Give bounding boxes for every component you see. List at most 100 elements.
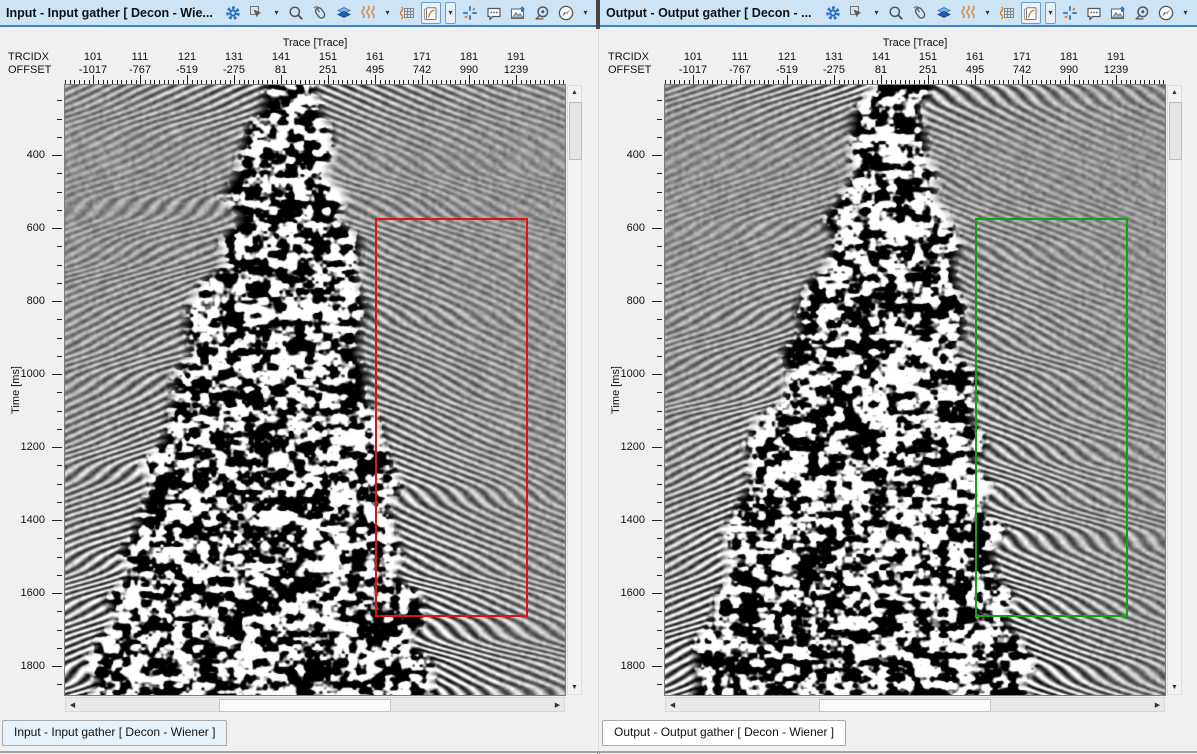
trace-minor-tick <box>811 80 812 84</box>
time-minor-tick <box>57 538 62 539</box>
vertical-scrollbar[interactable]: ▲ ▼ <box>567 85 582 695</box>
trace-minor-tick <box>1144 80 1145 84</box>
zoom-icon[interactable] <box>286 2 306 24</box>
measure-icon[interactable] <box>1132 2 1152 24</box>
scroll-right-button[interactable]: ▶ <box>551 698 564 711</box>
gather-tab[interactable]: Output - Output gather [ Decon - Wiener … <box>602 720 846 746</box>
offset-tick-label: 1239 <box>504 64 528 76</box>
trace-minor-tick <box>159 80 160 84</box>
measure-icon[interactable] <box>532 2 552 24</box>
mouse-mode-icon[interactable] <box>910 2 930 24</box>
scroll-up-button[interactable]: ▲ <box>568 86 581 99</box>
scroll-right-button[interactable]: ▶ <box>1151 698 1164 711</box>
time-major-tick <box>52 593 62 594</box>
trace-axis-title: Trace [Trace] <box>65 37 565 49</box>
offset-tick-label: -275 <box>823 64 845 76</box>
time-minor-tick <box>57 575 62 576</box>
trace-axis-header: Trace [Trace] TRCIDX OFFSET 101-1017111-… <box>600 29 1197 85</box>
gather-pages-icon[interactable] <box>1021 2 1041 24</box>
scroll-left-button[interactable]: ◀ <box>66 698 79 711</box>
trace-minor-tick <box>905 80 906 84</box>
scroll-left-button[interactable]: ◀ <box>666 698 679 711</box>
wiggle-display-icon[interactable] <box>958 2 978 24</box>
time-minor-tick <box>657 265 662 266</box>
comment-icon[interactable] <box>1084 2 1104 24</box>
trace-minor-tick <box>862 80 863 84</box>
trace-minor-tick <box>1041 80 1042 84</box>
scroll-down-button[interactable]: ▼ <box>568 681 581 694</box>
compass-icon[interactable] <box>1156 2 1176 24</box>
trace-minor-tick <box>450 80 451 84</box>
trace-minor-tick <box>291 80 292 84</box>
export-image-icon[interactable] <box>1108 2 1128 24</box>
trace-tick-label: 111 <box>132 51 149 63</box>
offset-tick-label: 251 <box>319 64 337 76</box>
offset-tick-label: -519 <box>776 64 798 76</box>
horizontal-scroll-thumb[interactable] <box>819 699 991 712</box>
trace-minor-tick <box>136 80 137 84</box>
trace-minor-tick <box>858 80 859 84</box>
layers-icon[interactable] <box>334 2 354 24</box>
wiggle-display-icon[interactable] <box>358 2 378 24</box>
select-mode-dropdown-icon[interactable]: ▾ <box>871 2 882 24</box>
zoom-icon[interactable] <box>886 2 906 24</box>
trace-minor-tick <box>1018 80 1019 84</box>
time-minor-tick <box>657 648 662 649</box>
time-tick-label: 1800 <box>621 660 645 672</box>
vertical-scroll-thumb[interactable] <box>569 102 582 160</box>
trace-minor-tick <box>1074 80 1075 84</box>
gather-pages-icon[interactable] <box>421 2 441 24</box>
horizontal-scroll-thumb[interactable] <box>219 699 391 712</box>
trace-tick-label: 161 <box>966 51 984 63</box>
compass-icon[interactable] <box>556 2 576 24</box>
trace-minor-tick <box>150 80 151 84</box>
settings-gear-icon[interactable] <box>823 2 843 24</box>
seismic-canvas[interactable] <box>665 85 1165 695</box>
input-panel: Input - Input gather [ Decon - Wie... ▾▾… <box>0 0 597 754</box>
trace-minor-tick <box>352 80 353 84</box>
select-mode-icon[interactable] <box>247 2 267 24</box>
export-image-icon[interactable] <box>508 2 528 24</box>
time-minor-tick <box>657 611 662 612</box>
horizontal-scrollbar[interactable]: ◀ ▶ <box>665 697 1165 712</box>
settings-gear-icon[interactable] <box>223 2 243 24</box>
compass-dropdown-icon[interactable]: ▾ <box>580 2 591 24</box>
trace-major-tick <box>1116 75 1117 84</box>
trace-tick-label: 191 <box>507 51 525 63</box>
crosshair-pick-icon[interactable] <box>460 2 480 24</box>
trace-major-tick <box>93 75 94 84</box>
seismic-canvas[interactable] <box>65 85 565 695</box>
wiggle-display-dropdown-icon[interactable]: ▾ <box>382 2 393 24</box>
output-panel-titlebar: Output - Output gather [ Decon - ... ▾▾▾… <box>600 0 1197 27</box>
trace-minor-tick <box>670 80 671 84</box>
trace-minor-tick <box>380 80 381 84</box>
trace-tick-label: 191 <box>1107 51 1125 63</box>
time-tick-label: 1600 <box>21 587 45 599</box>
comment-icon[interactable] <box>484 2 504 24</box>
gather-pages-dropdown-icon[interactable]: ▾ <box>445 2 456 24</box>
time-minor-tick <box>657 338 662 339</box>
gather-pages-dropdown-icon[interactable]: ▾ <box>1045 2 1056 24</box>
mouse-mode-icon[interactable] <box>310 2 330 24</box>
vertical-scroll-thumb[interactable] <box>1169 102 1182 160</box>
trace-minor-tick <box>535 80 536 84</box>
wiggle-grid-icon[interactable] <box>997 2 1017 24</box>
crosshair-pick-icon[interactable] <box>1060 2 1080 24</box>
layers-icon[interactable] <box>934 2 954 24</box>
trace-minor-tick <box>985 80 986 84</box>
horizontal-scrollbar[interactable]: ◀ ▶ <box>65 697 565 712</box>
trace-major-tick <box>516 75 517 84</box>
wiggle-grid-icon[interactable] <box>397 2 417 24</box>
wiggle-display-dropdown-icon[interactable]: ▾ <box>982 2 993 24</box>
scroll-down-button[interactable]: ▼ <box>1168 681 1181 694</box>
select-mode-icon[interactable] <box>847 2 867 24</box>
trace-minor-tick <box>1093 80 1094 84</box>
gather-tab[interactable]: Input - Input gather [ Decon - Wiener ] <box>2 720 227 746</box>
vertical-scrollbar[interactable]: ▲ ▼ <box>1167 85 1182 695</box>
scroll-up-button[interactable]: ▲ <box>1168 86 1181 99</box>
select-mode-dropdown-icon[interactable]: ▾ <box>271 2 282 24</box>
trace-minor-tick <box>253 80 254 84</box>
time-major-tick <box>652 593 662 594</box>
trace-minor-tick <box>117 80 118 84</box>
compass-dropdown-icon[interactable]: ▾ <box>1180 2 1191 24</box>
